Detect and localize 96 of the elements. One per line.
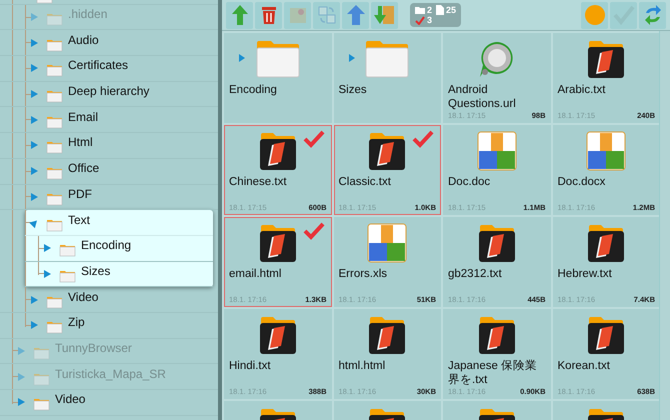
expand-arrow-icon[interactable]	[31, 90, 38, 98]
folder-label[interactable]: PDF	[68, 186, 92, 201]
file-name: Arabic.txt	[558, 83, 606, 97]
expand-arrow-icon[interactable]	[31, 38, 38, 47]
folder-icon	[46, 63, 63, 78]
text-file-icon	[367, 315, 408, 355]
expand-arrow-icon[interactable]	[31, 141, 38, 150]
scrollbar[interactable]	[659, 31, 670, 420]
file-name: Android Questions.url	[448, 83, 517, 111]
file-name: Doc.docx	[558, 175, 606, 189]
toolbar-button[interactable]	[639, 2, 666, 28]
check-icon	[302, 130, 324, 148]
checked-count: 3	[427, 15, 432, 25]
folder-label[interactable]: Audio	[68, 32, 99, 47]
folder-label[interactable]: Video	[55, 392, 86, 406]
text-file-icon	[258, 131, 298, 171]
office-file-icon	[367, 223, 408, 263]
folder-icon	[46, 166, 63, 180]
file-name: Errors.xls	[338, 267, 388, 281]
download-icon	[374, 4, 396, 26]
folder-label[interactable]: Text	[68, 212, 90, 227]
file-name: Japanese 保険業界を.txt	[448, 359, 538, 387]
expand-arrow-icon[interactable]	[31, 296, 38, 304]
file-name: Chinese.txt	[229, 175, 288, 189]
swap-icon	[316, 5, 336, 25]
folder-icon	[46, 114, 63, 129]
folder-icon	[46, 38, 63, 52]
file-name: Doc.doc	[448, 175, 492, 189]
circle-icon	[584, 4, 606, 26]
folder-icon	[364, 40, 410, 78]
text-file-icon	[586, 223, 626, 263]
folder-label[interactable]: Certificates	[68, 58, 128, 72]
expand-arrow-icon[interactable]	[239, 54, 245, 62]
folder-label[interactable]: Deep hierarchy	[68, 84, 150, 98]
trash-icon	[260, 5, 276, 25]
folder-label[interactable]: Encoding	[81, 238, 132, 252]
expand-arrow-icon[interactable]	[31, 321, 38, 330]
file-name: gb2312.txt	[448, 267, 503, 281]
folder-icon	[33, 372, 50, 386]
file-name: Sizes	[338, 83, 368, 97]
folder-icon	[59, 243, 76, 258]
folder-count: 2	[427, 5, 432, 15]
folder-icon	[415, 6, 425, 14]
text-file-icon	[367, 131, 408, 171]
text-file-icon	[476, 315, 517, 355]
file-name: Korean.txt	[558, 359, 611, 373]
folder-label[interactable]: Html	[68, 135, 93, 150]
folder-icon	[46, 294, 63, 309]
text-file-icon	[476, 223, 517, 263]
expand-arrow-icon[interactable]	[348, 54, 354, 62]
folder-label[interactable]: Sizes	[81, 264, 110, 278]
folder-icon	[46, 192, 63, 206]
toolbar-button[interactable]	[342, 2, 369, 28]
file-name: Encoding	[229, 83, 278, 97]
expand-arrow-icon[interactable]	[31, 192, 38, 201]
office-file-icon	[586, 131, 626, 171]
check-icon	[415, 16, 425, 24]
file-name: Classic.txt	[338, 175, 392, 189]
folder-icon	[46, 140, 63, 154]
folder-label[interactable]: Email	[68, 110, 98, 124]
folder-icon	[33, 346, 50, 360]
file-name: Hindi.txt	[229, 359, 272, 373]
expand-arrow-icon[interactable]	[18, 398, 25, 406]
file-name: Hebrew.txt	[558, 267, 613, 281]
file-icon	[436, 5, 444, 15]
package-icon	[288, 5, 308, 25]
up-arrow-icon	[346, 4, 366, 26]
expand-arrow-icon[interactable]	[31, 116, 38, 124]
text-file-icon	[586, 39, 626, 79]
expand-arrow-icon[interactable]	[44, 244, 51, 252]
up-arrow-icon	[230, 4, 250, 26]
check-icon	[302, 222, 324, 240]
folder-label[interactable]: Video	[68, 290, 98, 304]
file-tile[interactable]: Encoding	[224, 33, 332, 123]
file-name: html.html	[338, 359, 386, 373]
text-file-icon	[258, 315, 298, 355]
folder-icon	[46, 12, 63, 26]
text-file-icon	[586, 315, 626, 355]
text-file-icon	[258, 223, 298, 263]
folder-label[interactable]: Office	[68, 161, 100, 176]
folder-icon	[59, 268, 76, 283]
folder-icon	[254, 40, 301, 78]
expand-arrow-icon[interactable]	[44, 270, 51, 278]
file-count: 25	[446, 5, 456, 15]
file-name: email.html	[229, 267, 282, 281]
folder-icon	[46, 218, 63, 232]
folder-label[interactable]: Zip	[68, 315, 85, 330]
toolbar-button[interactable]	[255, 2, 282, 28]
expand-arrow-icon[interactable]	[31, 167, 38, 176]
office-file-icon	[476, 131, 517, 171]
file-tile[interactable]: Sizes	[334, 33, 441, 123]
folder-icon	[46, 89, 63, 104]
check-icon	[412, 130, 434, 148]
folder-icon	[33, 397, 50, 412]
folder-icon	[46, 320, 63, 334]
expand-arrow-icon[interactable]	[31, 64, 38, 72]
